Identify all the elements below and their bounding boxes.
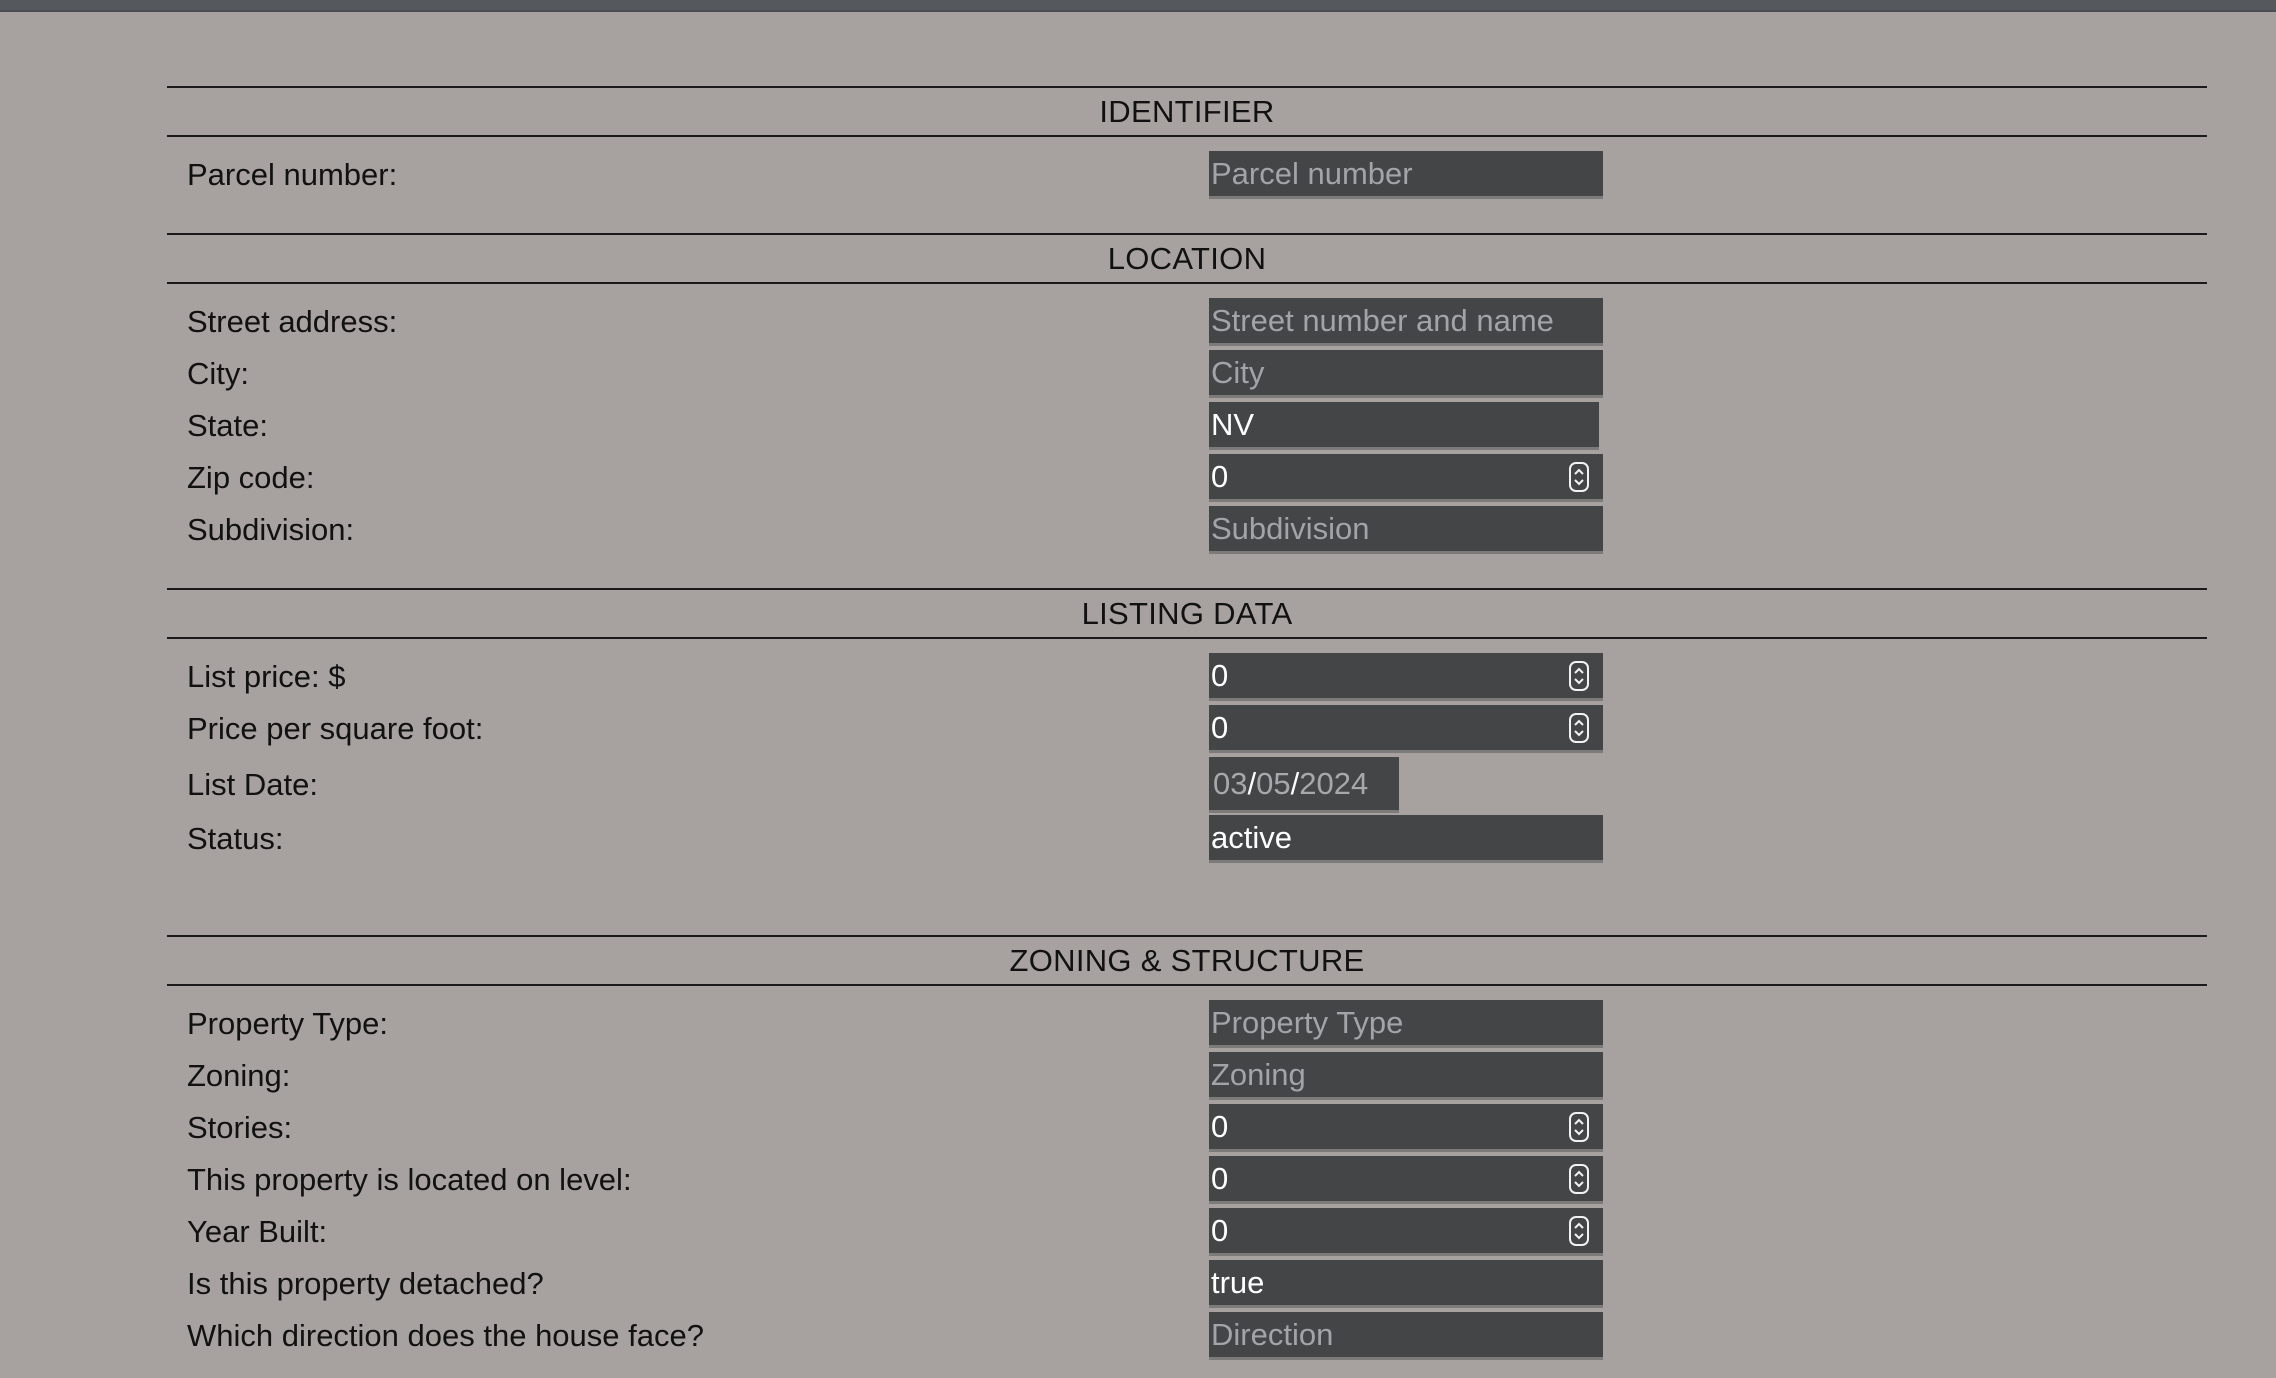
parcel-number-input[interactable] <box>1209 151 1603 199</box>
spinner-icon[interactable] <box>1569 1112 1589 1142</box>
list-price-input[interactable]: 0 <box>1209 653 1603 701</box>
list-price-label: List price: $ <box>187 659 346 694</box>
section-listing-data: LISTING DATA List price: $ 0 Price per s… <box>167 588 2207 867</box>
spinner-icon[interactable] <box>1569 462 1589 492</box>
section-title-location: LOCATION <box>167 233 2207 284</box>
spinner-icon[interactable] <box>1569 661 1589 691</box>
section-title-zoning: ZONING & STRUCTURE <box>167 935 2207 986</box>
section-identifier: IDENTIFIER Parcel number: <box>167 86 2207 203</box>
subdivision-label: Subdivision: <box>187 512 355 547</box>
section-title-identifier: IDENTIFIER <box>167 86 2207 137</box>
price-per-sqft-value: 0 <box>1211 710 1229 745</box>
spinner-icon[interactable] <box>1569 1216 1589 1246</box>
property-type-label: Property Type: <box>187 1006 389 1041</box>
zoning-label: Zoning: <box>187 1058 291 1093</box>
subdivision-input[interactable] <box>1209 506 1603 554</box>
stories-value: 0 <box>1211 1109 1229 1144</box>
date-separator: / <box>1290 766 1300 801</box>
section-zoning-structure: ZONING & STRUCTURE Property Type: Zoning… <box>167 935 2207 1364</box>
date-year[interactable]: 2024 <box>1299 766 1368 801</box>
street-address-label: Street address: <box>187 304 398 339</box>
city-input[interactable] <box>1209 350 1603 398</box>
level-input[interactable]: 0 <box>1209 1156 1603 1204</box>
list-date-label: List Date: <box>187 767 318 802</box>
year-built-value: 0 <box>1211 1213 1229 1248</box>
section-location: LOCATION Street address: City: State: Zi… <box>167 233 2207 558</box>
year-built-input[interactable]: 0 <box>1209 1208 1603 1256</box>
list-date-input[interactable]: 03/05/2024 <box>1209 757 1399 813</box>
stories-label: Stories: <box>187 1110 293 1145</box>
zip-code-label: Zip code: <box>187 460 315 495</box>
date-month[interactable]: 03 <box>1213 766 1247 801</box>
detached-input[interactable] <box>1209 1260 1603 1308</box>
date-day[interactable]: 05 <box>1256 766 1290 801</box>
zoning-input[interactable] <box>1209 1052 1603 1100</box>
direction-input[interactable] <box>1209 1312 1603 1360</box>
zip-code-value: 0 <box>1211 459 1229 494</box>
street-address-input[interactable] <box>1209 298 1603 346</box>
year-built-label: Year Built: <box>187 1214 328 1249</box>
property-type-input[interactable] <box>1209 1000 1603 1048</box>
price-per-sqft-input[interactable]: 0 <box>1209 705 1603 753</box>
date-separator: / <box>1247 766 1257 801</box>
spinner-icon[interactable] <box>1569 713 1589 743</box>
section-title-listing: LISTING DATA <box>167 588 2207 639</box>
price-per-sqft-label: Price per square foot: <box>187 711 484 746</box>
status-input[interactable] <box>1209 815 1603 863</box>
property-form: IDENTIFIER Parcel number: LOCATION Stree… <box>167 86 2207 1364</box>
window-top-bar <box>0 0 2276 12</box>
level-label: This property is located on level: <box>187 1162 632 1197</box>
level-value: 0 <box>1211 1161 1229 1196</box>
zip-code-input[interactable]: 0 <box>1209 454 1603 502</box>
direction-label: Which direction does the house face? <box>187 1318 704 1353</box>
city-label: City: <box>187 356 249 391</box>
spinner-icon[interactable] <box>1569 1164 1589 1194</box>
parcel-number-label: Parcel number: <box>187 157 398 192</box>
state-label: State: <box>187 408 268 443</box>
stories-input[interactable]: 0 <box>1209 1104 1603 1152</box>
list-price-value: 0 <box>1211 658 1229 693</box>
status-label: Status: <box>187 821 284 856</box>
detached-label: Is this property detached? <box>187 1266 544 1301</box>
state-input[interactable] <box>1209 402 1599 450</box>
